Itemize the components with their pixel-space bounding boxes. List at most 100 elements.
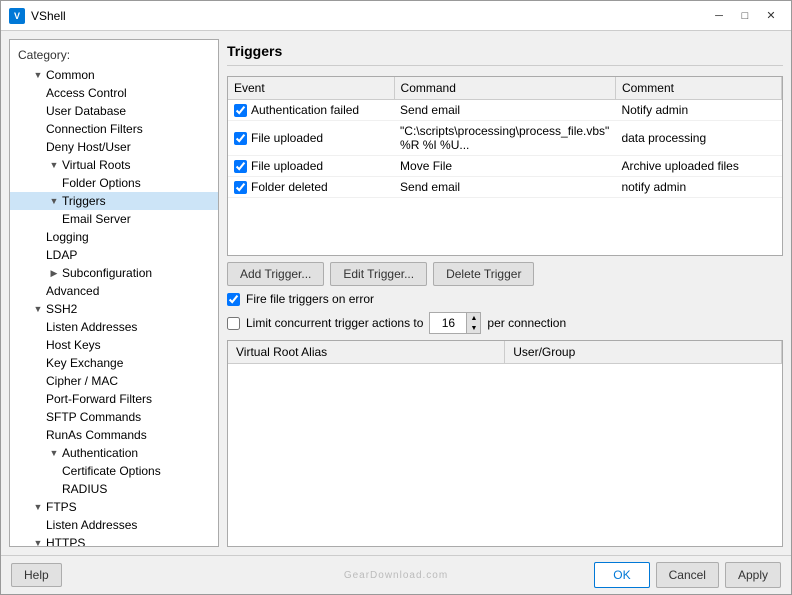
trigger-command: Move File <box>394 156 615 177</box>
expand-icon-virtual-roots: ▼ <box>46 160 62 170</box>
close-button[interactable]: ✕ <box>759 6 783 26</box>
sidebar-item-listen-addresses-ftps[interactable]: Listen Addresses <box>10 516 218 534</box>
sidebar-item-label: Certificate Options <box>62 464 161 478</box>
vroot-table-container: Virtual Root Alias User/Group <box>227 340 783 547</box>
sidebar-item-connection-filters[interactable]: Connection Filters <box>10 120 218 138</box>
spinner-down-button[interactable]: ▼ <box>466 323 480 333</box>
col-header-command: Command <box>394 77 615 100</box>
sidebar-item-label-common: Common <box>46 68 95 82</box>
limit-concurrent-checkbox[interactable] <box>227 317 240 330</box>
edit-trigger-button[interactable]: Edit Trigger... <box>330 262 427 286</box>
sidebar-item-label: Listen Addresses <box>46 320 137 334</box>
triggers-table-container: Event Command Comment Authentication fai… <box>227 76 783 256</box>
sidebar-item-folder-options[interactable]: Folder Options <box>10 174 218 192</box>
sidebar-item-label: RunAs Commands <box>46 428 147 442</box>
sidebar-item-label: Cipher / MAC <box>46 374 118 388</box>
expand-icon-triggers: ▼ <box>46 196 62 206</box>
expand-icon-subconfiguration: ▶ <box>46 268 62 279</box>
ok-button[interactable]: OK <box>594 562 649 588</box>
per-connection-label: per connection <box>487 316 566 330</box>
sidebar-item-sftp-commands[interactable]: SFTP Commands <box>10 408 218 426</box>
col-header-comment: Comment <box>615 77 781 100</box>
limit-concurrent-label[interactable]: Limit concurrent trigger actions to <box>246 316 423 330</box>
help-button[interactable]: Help <box>11 563 62 587</box>
trigger-event: File uploaded <box>251 131 323 145</box>
sidebar-item-cipher-mac[interactable]: Cipher / MAC <box>10 372 218 390</box>
sidebar-item-label: Authentication <box>62 446 138 460</box>
trigger-command: "C:\scripts\processing\process_file.vbs"… <box>394 121 615 156</box>
spinner-up-button[interactable]: ▲ <box>466 313 480 323</box>
sidebar-item-ftps[interactable]: ▼ FTPS <box>10 498 218 516</box>
sidebar-item-label: FTPS <box>46 500 77 514</box>
apply-button[interactable]: Apply <box>725 562 781 588</box>
window-title: VShell <box>31 9 707 23</box>
sidebar-item-deny-host-user[interactable]: Deny Host/User <box>10 138 218 156</box>
sidebar-item-label: Deny Host/User <box>46 140 131 154</box>
sidebar-item-user-database[interactable]: User Database <box>10 102 218 120</box>
sidebar-item-label: Subconfiguration <box>62 266 152 280</box>
sidebar-item-key-exchange[interactable]: Key Exchange <box>10 354 218 372</box>
sidebar-item-label: Listen Addresses <box>46 518 137 532</box>
sidebar-item-label: SSH2 <box>46 302 77 316</box>
vroot-table: Virtual Root Alias User/Group <box>228 341 782 364</box>
sidebar-item-authentication[interactable]: ▼ Authentication <box>10 444 218 462</box>
trigger-checkbox[interactable] <box>234 160 247 173</box>
trigger-command: Send email <box>394 177 615 198</box>
vroot-col-usergroup: User/Group <box>505 341 782 364</box>
expand-icon-https: ▼ <box>30 538 46 547</box>
sidebar-item-listen-addresses-ssh2[interactable]: Listen Addresses <box>10 318 218 336</box>
sidebar-item-virtual-roots[interactable]: ▼ Virtual Roots <box>10 156 218 174</box>
sidebar-item-ldap[interactable]: LDAP <box>10 246 218 264</box>
sidebar-item-label: Advanced <box>46 284 99 298</box>
table-row[interactable]: File uploaded "C:\scripts\processing\proc… <box>228 121 782 156</box>
main-window: V VShell ─ □ ✕ Category: ▼ Common Access… <box>0 0 792 595</box>
main-content: Category: ▼ Common Access Control User D… <box>1 31 791 555</box>
limit-concurrent-row: Limit concurrent trigger actions to ▲ ▼ … <box>227 312 783 334</box>
expand-icon-ssh2: ▼ <box>30 304 46 314</box>
trigger-command: Send email <box>394 100 615 121</box>
table-row[interactable]: File uploadedMove FileArchive uploaded f… <box>228 156 782 177</box>
trigger-checkbox[interactable] <box>234 132 247 145</box>
trigger-checkbox[interactable] <box>234 181 247 194</box>
delete-trigger-button[interactable]: Delete Trigger <box>433 262 534 286</box>
sidebar-item-certificate-options[interactable]: Certificate Options <box>10 462 218 480</box>
maximize-button[interactable]: □ <box>733 6 757 26</box>
sidebar-item-label: LDAP <box>46 248 77 262</box>
sidebar-item-radius[interactable]: RADIUS <box>10 480 218 498</box>
sidebar-item-host-keys[interactable]: Host Keys <box>10 336 218 354</box>
sidebar-item-runas-commands[interactable]: RunAs Commands <box>10 426 218 444</box>
sidebar-item-label: Triggers <box>62 194 106 208</box>
trigger-comment: Archive uploaded files <box>615 156 781 177</box>
limit-value-input[interactable] <box>430 314 466 332</box>
sidebar-item-https[interactable]: ▼ HTTPS <box>10 534 218 547</box>
fire-triggers-label[interactable]: Fire file triggers on error <box>246 292 374 306</box>
expand-icon-authentication: ▼ <box>46 448 62 458</box>
sidebar-item-email-server[interactable]: Email Server <box>10 210 218 228</box>
trigger-checkbox[interactable] <box>234 104 247 117</box>
spinner-wrap: ▲ ▼ <box>429 312 481 334</box>
sidebar-item-label: Port-Forward Filters <box>46 392 152 406</box>
sidebar-item-advanced[interactable]: Advanced <box>10 282 218 300</box>
fire-triggers-checkbox[interactable] <box>227 293 240 306</box>
right-panel: Triggers Event Command Comment Authentic… <box>227 39 783 547</box>
sidebar-item-triggers[interactable]: ▼ Triggers <box>10 192 218 210</box>
sidebar-item-subconfiguration[interactable]: ▶ Subconfiguration <box>10 264 218 282</box>
title-bar-controls: ─ □ ✕ <box>707 6 783 26</box>
col-header-event: Event <box>228 77 394 100</box>
expand-icon-common: ▼ <box>30 70 46 80</box>
sidebar-item-access-control[interactable]: Access Control <box>10 84 218 102</box>
expand-icon-ftps: ▼ <box>30 502 46 512</box>
trigger-comment: Notify admin <box>615 100 781 121</box>
sidebar-item-label: Folder Options <box>62 176 141 190</box>
table-row[interactable]: Folder deletedSend emailnotify admin <box>228 177 782 198</box>
minimize-button[interactable]: ─ <box>707 6 731 26</box>
sidebar-item-common[interactable]: ▼ Common <box>10 66 218 84</box>
add-trigger-button[interactable]: Add Trigger... <box>227 262 324 286</box>
cancel-button[interactable]: Cancel <box>656 562 719 588</box>
sidebar-item-label: SFTP Commands <box>46 410 141 424</box>
sidebar-item-logging[interactable]: Logging <box>10 228 218 246</box>
sidebar-item-ssh2[interactable]: ▼ SSH2 <box>10 300 218 318</box>
sidebar-item-port-forward-filters[interactable]: Port-Forward Filters <box>10 390 218 408</box>
bottom-right-buttons: OK Cancel Apply <box>594 562 781 588</box>
table-row[interactable]: Authentication failedSend emailNotify ad… <box>228 100 782 121</box>
